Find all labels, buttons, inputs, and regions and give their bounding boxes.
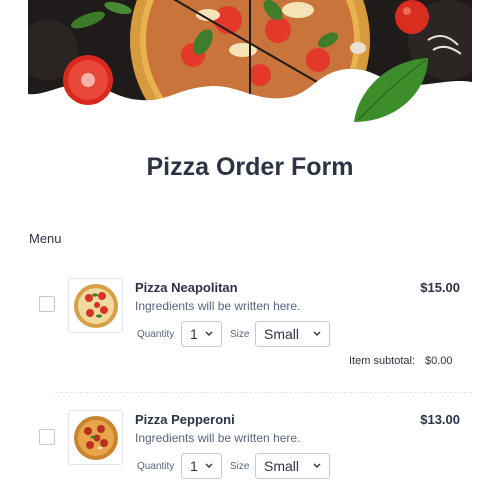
product-name: Pizza Neapolitan	[135, 280, 238, 295]
quantity-select-value: 1	[190, 326, 198, 342]
product-price: $13.00	[420, 412, 460, 427]
product-description: Ingredients will be written here.	[135, 431, 301, 445]
quantity-label: Quantity	[137, 329, 175, 340]
item-divider	[55, 392, 472, 393]
size-select-value: Small	[264, 326, 300, 342]
header-banner-image	[28, 0, 472, 135]
product-checkbox[interactable]	[39, 429, 55, 445]
quantity-select[interactable]: 1	[181, 453, 222, 479]
chevron-down-icon	[205, 331, 213, 336]
page-title: Pizza Order Form	[146, 153, 354, 181]
pizza-neapolitan-image	[68, 278, 123, 333]
item-subtotal-label: Item subtotal:	[349, 355, 416, 367]
size-label: Size	[230, 329, 250, 340]
product-checkbox[interactable]	[39, 296, 55, 312]
quantity-label: Quantity	[137, 461, 175, 472]
pizza-pepperoni-image	[68, 410, 123, 465]
item-subtotal-value: $0.00	[425, 355, 453, 367]
product-name: Pizza Pepperoni	[135, 412, 235, 427]
chevron-down-icon	[313, 331, 321, 336]
size-select-value: Small	[264, 458, 300, 474]
chevron-down-icon	[205, 463, 213, 468]
product-description: Ingredients will be written here.	[135, 299, 301, 313]
size-label: Size	[230, 461, 250, 472]
menu-section-label: Menu	[29, 231, 62, 246]
size-select[interactable]: Small	[255, 321, 330, 347]
chevron-down-icon	[313, 463, 321, 468]
quantity-select[interactable]: 1	[181, 321, 222, 347]
quantity-select-value: 1	[190, 458, 198, 474]
product-price: $15.00	[420, 280, 460, 295]
size-select[interactable]: Small	[255, 453, 330, 479]
